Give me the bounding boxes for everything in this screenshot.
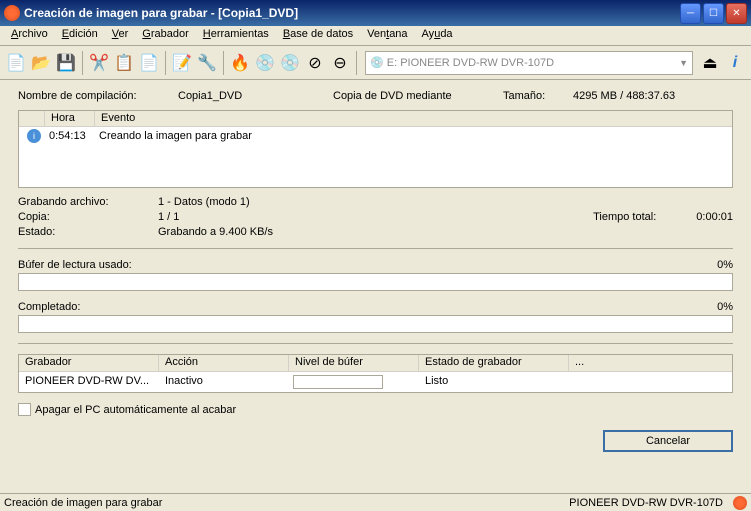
disc-icon[interactable]: 💿 bbox=[278, 51, 302, 75]
app-icon bbox=[4, 5, 20, 21]
buffer-pct: 0% bbox=[717, 259, 733, 271]
col-recorder[interactable]: Grabador bbox=[19, 355, 159, 371]
recorder-buffer-bar bbox=[293, 375, 383, 389]
recorder-table: Grabador Acción Nivel de búfer Estado de… bbox=[18, 354, 733, 393]
save-icon[interactable]: 💾 bbox=[54, 51, 78, 75]
compilation-label: Nombre de compilación: bbox=[18, 90, 178, 102]
menu-basedatos[interactable]: Base de datos bbox=[276, 26, 360, 45]
copy-value: 1 / 1 bbox=[158, 211, 593, 223]
log-col-time[interactable]: Hora bbox=[45, 111, 95, 126]
col-state[interactable]: Estado de grabador bbox=[419, 355, 569, 371]
info-icon[interactable]: i bbox=[723, 51, 747, 75]
cut-icon[interactable]: ✂️ bbox=[87, 51, 111, 75]
col-ellipsis[interactable]: ... bbox=[569, 355, 732, 371]
drive-icon: 💿 bbox=[370, 56, 384, 69]
col-action[interactable]: Acción bbox=[159, 355, 289, 371]
log-time: 0:54:13 bbox=[49, 130, 99, 142]
recorder-name: PIONEER DVD-RW DV... bbox=[19, 374, 159, 390]
status-icon bbox=[733, 496, 747, 510]
menu-ver[interactable]: Ver bbox=[105, 26, 136, 45]
buffer-label: Búfer de lectura usado: bbox=[18, 259, 132, 271]
time-value: 0:00:01 bbox=[696, 211, 733, 223]
maximize-button[interactable]: ☐ bbox=[703, 3, 724, 24]
mode-label: Copia de DVD mediante bbox=[333, 90, 503, 102]
time-label: Tiempo total: bbox=[593, 211, 696, 223]
menu-herramientas[interactable]: Herramientas bbox=[196, 26, 276, 45]
state-label: Estado: bbox=[18, 226, 158, 238]
close-button[interactable]: ✕ bbox=[726, 3, 747, 24]
recorder-state: Listo bbox=[419, 374, 569, 390]
menu-grabador[interactable]: Grabador bbox=[135, 26, 195, 45]
log-row: i 0:54:13 Creando la imagen para grabar bbox=[19, 127, 732, 145]
toolbar: 📄 📂 💾 ✂️ 📋 📄 📝 🔧 🔥 💿 💿 ⊘ ⊖ 💿 E: PIONEER … bbox=[0, 46, 751, 80]
erase-icon[interactable]: ⊖ bbox=[328, 51, 352, 75]
tool-icon[interactable]: 🔧 bbox=[195, 51, 219, 75]
drive-select[interactable]: 💿 E: PIONEER DVD-RW DVR-107D ▼ bbox=[365, 51, 693, 75]
status-left: Creación de imagen para grabar bbox=[4, 497, 162, 509]
menubar: AArchivorchivo Edición Ver Grabador Herr… bbox=[0, 26, 751, 46]
shutdown-label: Apagar el PC automáticamente al acabar bbox=[35, 404, 236, 416]
log-col-event[interactable]: Evento bbox=[95, 111, 732, 126]
drive-text: E: PIONEER DVD-RW DVR-107D bbox=[387, 57, 554, 69]
col-buffer[interactable]: Nivel de búfer bbox=[289, 355, 419, 371]
edit-icon[interactable]: 📝 bbox=[170, 51, 194, 75]
menu-archivo[interactable]: AArchivorchivo bbox=[4, 26, 55, 45]
file-value: 1 - Datos (modo 1) bbox=[158, 196, 593, 208]
recorder-action: Inactivo bbox=[159, 374, 289, 390]
open-icon[interactable]: 📂 bbox=[29, 51, 53, 75]
burn-icon[interactable]: 🔥 bbox=[228, 51, 252, 75]
chevron-down-icon: ▼ bbox=[679, 58, 688, 68]
log-box: Hora Evento i 0:54:13 Creando la imagen … bbox=[18, 110, 733, 188]
status-drive: PIONEER DVD-RW DVR-107D bbox=[569, 497, 723, 509]
minimize-button[interactable]: ─ bbox=[680, 3, 701, 24]
file-label: Grabando archivo: bbox=[18, 196, 158, 208]
statusbar: Creación de imagen para grabar PIONEER D… bbox=[0, 493, 751, 511]
size-label: Tamaño: bbox=[503, 90, 573, 102]
compilation-value: Copia1_DVD bbox=[178, 90, 333, 102]
menu-ventana[interactable]: Ventana bbox=[360, 26, 414, 45]
disc-info-icon[interactable]: ⊘ bbox=[303, 51, 327, 75]
size-value: 4295 MB / 488:37.63 bbox=[573, 90, 675, 102]
state-value: Grabando a 9.400 KB/s bbox=[158, 226, 593, 238]
titlebar: Creación de imagen para grabar - [Copia1… bbox=[0, 0, 751, 26]
menu-ayuda[interactable]: Ayuda bbox=[415, 26, 460, 45]
copy-label: Copia: bbox=[18, 211, 158, 223]
buffer-progress bbox=[18, 273, 733, 291]
log-event: Creando la imagen para grabar bbox=[99, 130, 252, 142]
cancel-button[interactable]: Cancelar bbox=[603, 430, 733, 452]
paste-icon[interactable]: 📄 bbox=[137, 51, 161, 75]
shutdown-checkbox[interactable] bbox=[18, 403, 31, 416]
disc-copy-icon[interactable]: 💿 bbox=[253, 51, 277, 75]
eject-icon[interactable]: ⏏ bbox=[698, 51, 722, 75]
completed-label: Completado: bbox=[18, 301, 80, 313]
info-icon: i bbox=[27, 129, 41, 143]
title-text: Creación de imagen para grabar - [Copia1… bbox=[24, 6, 680, 20]
new-icon[interactable]: 📄 bbox=[4, 51, 28, 75]
copy-icon[interactable]: 📋 bbox=[112, 51, 136, 75]
completed-progress bbox=[18, 315, 733, 333]
menu-edicion[interactable]: Edición bbox=[55, 26, 105, 45]
recorder-row: PIONEER DVD-RW DV... Inactivo Listo bbox=[19, 372, 732, 392]
completed-pct: 0% bbox=[717, 301, 733, 313]
